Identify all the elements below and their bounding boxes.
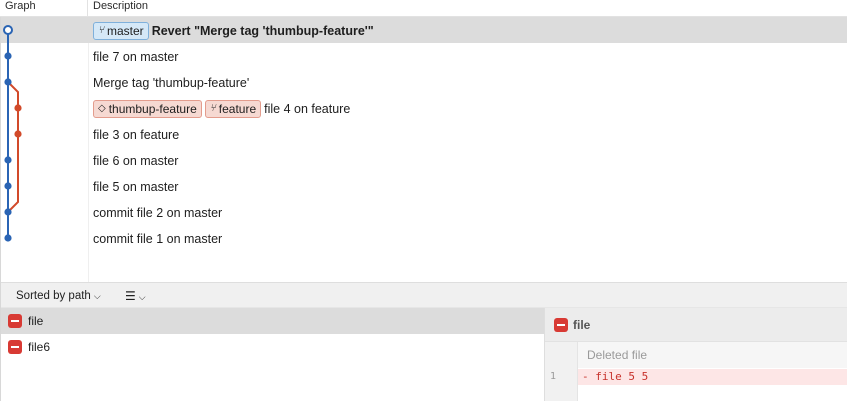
commit-message: file 6 on master — [93, 153, 179, 168]
deleted-file-icon — [8, 340, 22, 354]
commit-row[interactable]: ◇ thumbup-feature ⑂ feature file 4 on featur… — [0, 95, 847, 121]
branch-icon: ⑂ — [209, 102, 216, 114]
commit-message: commit file 2 on master — [93, 205, 223, 220]
chevron-down-icon: ⌵ — [93, 291, 101, 301]
commit-row[interactable]: commit file 1 on master — [0, 225, 847, 251]
commit-row[interactable]: Merge tag 'thumbup-feature' — [0, 69, 847, 95]
git-client-window: Graph Description ⑂ master Revert "Merge t… — [0, 0, 847, 401]
commit-row[interactable]: ⑂ master Revert "Merge tag 'thumbup-featur… — [0, 17, 847, 43]
view-mode-dropdown[interactable]: ☰ ⌵ — [125, 283, 146, 309]
tag-icon: ◇ — [98, 102, 106, 114]
graph-column-header[interactable]: Graph — [0, 0, 88, 17]
commit-message: commit file 1 on master — [93, 231, 223, 246]
line-number: 1 — [550, 371, 557, 382]
commit-row[interactable]: file 6 on master — [0, 147, 847, 173]
commit-row[interactable]: file 5 on master — [0, 173, 847, 199]
hunk-label: Deleted file — [587, 348, 648, 362]
commit-log: Graph Description ⑂ master Revert "Merge t… — [0, 0, 847, 282]
changed-files-list: file file6 — [0, 308, 544, 401]
deleted-file-icon — [554, 318, 568, 332]
tag-badge-thumbup-feature[interactable]: ◇ thumbup-feature — [93, 99, 202, 118]
file-name: file — [28, 314, 44, 328]
commit-message: Revert "Merge tag 'thumbup-feature'" — [151, 23, 374, 38]
branch-badge-label: master — [107, 23, 144, 38]
deleted-file-icon — [8, 314, 22, 328]
diff-content[interactable]: Deleted file 1 - file 5 5 — [545, 342, 847, 401]
file-item[interactable]: file6 — [0, 334, 544, 360]
file-item[interactable]: file — [0, 308, 544, 334]
tag-badge-label: thumbup-feature — [108, 101, 197, 116]
branch-badge-feature[interactable]: ⑂ feature — [204, 99, 262, 118]
commit-list: ⑂ master Revert "Merge tag 'thumbup-featur… — [0, 17, 847, 251]
branch-icon: ⑂ — [98, 24, 104, 36]
diff-file-name: file — [573, 318, 591, 332]
branch-badge-label: feature — [218, 101, 257, 116]
sort-dropdown[interactable]: Sorted by path ⌵ — [16, 283, 101, 309]
diff-pane: file Deleted file 1 - file 5 5 — [544, 308, 847, 401]
deleted-line[interactable]: - file 5 5 — [578, 369, 847, 385]
description-column-header[interactable]: Description — [88, 0, 847, 17]
window-left-border — [0, 17, 1, 401]
diff-file-header[interactable]: file — [545, 308, 847, 342]
file-name: file6 — [28, 340, 51, 354]
commit-row[interactable]: file 3 on feature — [0, 121, 847, 147]
branch-badge-master[interactable]: ⑂ master — [93, 21, 149, 40]
chevron-down-icon: ⌵ — [138, 292, 146, 302]
sort-label: Sorted by path — [16, 290, 91, 302]
commit-message: Merge tag 'thumbup-feature' — [93, 75, 250, 90]
commit-message: file 5 on master — [93, 179, 179, 194]
commit-message: file 4 on feature — [264, 101, 351, 116]
commit-message: file 3 on feature — [93, 127, 180, 142]
commit-message: file 7 on master — [93, 49, 179, 64]
list-icon: ☰ — [125, 289, 136, 303]
commit-row[interactable]: commit file 2 on master — [0, 199, 847, 225]
changes-toolbar: Sorted by path ⌵ ☰ ⌵ — [0, 282, 847, 308]
commit-row[interactable]: file 7 on master — [0, 43, 847, 69]
